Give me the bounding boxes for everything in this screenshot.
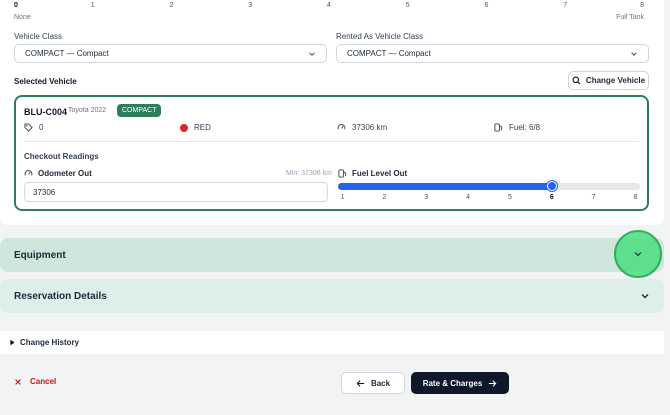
- rented-as-label: Rented As Vehicle Class: [336, 32, 424, 41]
- arrow-left-icon: [356, 379, 365, 387]
- close-icon: [15, 378, 21, 385]
- arrow-right-icon: [489, 379, 497, 387]
- rented-as-select[interactable]: COMPACT — Compact: [336, 44, 649, 63]
- search-icon: [572, 76, 581, 85]
- rented-as-value: COMPACT — Compact: [347, 49, 431, 58]
- odometer-min-hint: Min: 37306 km: [286, 170, 332, 177]
- fuel-level-ticks: 1 2 3 4 5 6 7 8: [338, 194, 640, 204]
- cancel-button[interactable]: Cancel: [14, 377, 56, 386]
- mileage-value: 37306 km: [352, 123, 388, 132]
- odometer-out-label: Odometer Out: [24, 169, 92, 178]
- fuel-level-tick: 8: [633, 194, 638, 201]
- gauge-icon: [337, 124, 346, 130]
- change-vehicle-label: Change Vehicle: [585, 76, 646, 85]
- odometer-out-text: Odometer Out: [38, 169, 92, 178]
- gauge-icon: [24, 170, 33, 176]
- divider: [24, 141, 639, 142]
- fuel-scale-tick: 5: [405, 2, 410, 9]
- tag-count: 0: [39, 123, 44, 132]
- equipment-section-title: Equipment: [14, 249, 66, 261]
- fuel-pump-icon: [494, 123, 503, 132]
- equipment-section-header[interactable]: Equipment: [0, 238, 664, 272]
- fuel-level-slider[interactable]: [338, 181, 640, 191]
- fuel-level-tick: 1: [340, 194, 345, 201]
- chevron-down-icon: [634, 252, 642, 257]
- chevron-down-icon: [641, 294, 649, 299]
- fuel-level-tick: 3: [424, 194, 429, 201]
- reservation-details-section-header[interactable]: Reservation Details: [0, 279, 664, 313]
- vehicle-code: BLU-C004: [24, 107, 68, 117]
- vehicle-fuel: Fuel: 6/8: [494, 123, 540, 132]
- back-button[interactable]: Back: [341, 372, 405, 394]
- fuel-scale-tick: 4: [327, 2, 331, 9]
- fuel-scale-captions: None Full Tank: [14, 14, 644, 21]
- rate-charges-button[interactable]: Rate & Charges: [411, 372, 509, 394]
- change-vehicle-button[interactable]: Change Vehicle: [568, 71, 649, 90]
- vehicle-tags: 0: [24, 123, 43, 132]
- selected-vehicle-title: Selected Vehicle: [14, 77, 77, 86]
- odometer-out-input[interactable]: 37306: [24, 182, 328, 202]
- fuel-scale-min-caption: None: [14, 14, 31, 21]
- vehicle-panel: 0 1 2 3 4 5 6 7 8 None Full Tank Vehicle…: [0, 0, 664, 225]
- fuel-level-fill: [338, 183, 552, 190]
- selected-vehicle-card: BLU-C004 Toyota 2022 COMPACT 0 RED 37306…: [14, 95, 649, 211]
- change-history-toggle[interactable]: Change History: [0, 331, 664, 354]
- fuel-scale-tick: 0: [14, 2, 18, 9]
- chevron-down-icon: [309, 51, 315, 56]
- chevron-down-icon: [631, 51, 637, 56]
- checkout-readings-title: Checkout Readings: [24, 152, 99, 161]
- odometer-out-value: 37306: [33, 187, 56, 197]
- fuel-scale-max-caption: Full Tank: [616, 14, 644, 21]
- vehicle-class-select[interactable]: COMPACT — Compact: [14, 44, 327, 63]
- triangle-right-icon: [10, 339, 15, 346]
- vehicle-mileage: 37306 km: [337, 123, 387, 132]
- fuel-scale-tick: 2: [169, 2, 174, 9]
- vehicle-class-label: Vehicle Class: [14, 32, 63, 41]
- fuel-scale-tick: 8: [640, 2, 644, 9]
- fuel-scale-tick: 3: [248, 2, 253, 9]
- fuel-level-tick: 5: [507, 194, 512, 201]
- fuel-level-tick: 7: [591, 194, 596, 201]
- fuel-level-out-text: Fuel Level Out: [352, 169, 408, 178]
- fuel-level-thumb[interactable]: [546, 181, 557, 191]
- change-history-label: Change History: [20, 338, 80, 347]
- cancel-label: Cancel: [30, 377, 57, 386]
- fuel-scale-tick: 1: [90, 2, 95, 9]
- vehicle-class-value: COMPACT — Compact: [25, 49, 109, 58]
- fuel-pump-icon: [338, 169, 347, 178]
- vehicle-color-name: RED: [194, 123, 211, 132]
- tag-icon: [24, 123, 33, 132]
- fuel-level-tick: 6: [549, 194, 554, 201]
- fuel-scale-tick: 7: [563, 2, 568, 9]
- class-badge: COMPACT: [117, 104, 162, 117]
- touch-indicator[interactable]: [614, 230, 662, 278]
- rate-charges-label: Rate & Charges: [422, 378, 483, 388]
- fuel-scale-ticks: 0 1 2 3 4 5 6 7 8: [14, 2, 644, 12]
- back-label: Back: [370, 378, 391, 388]
- fuel-level-tick: 2: [382, 194, 387, 201]
- fuel-value: Fuel: 6/8: [509, 123, 541, 132]
- fuel-level-out-label: Fuel Level Out: [338, 169, 407, 178]
- fuel-scale-tick: 6: [484, 2, 489, 9]
- vehicle-color: RED: [180, 123, 211, 132]
- fuel-level-tick: 4: [466, 194, 471, 201]
- color-swatch-icon: [180, 123, 188, 132]
- reservation-details-title: Reservation Details: [14, 290, 107, 302]
- vehicle-model: Toyota 2022: [68, 107, 107, 114]
